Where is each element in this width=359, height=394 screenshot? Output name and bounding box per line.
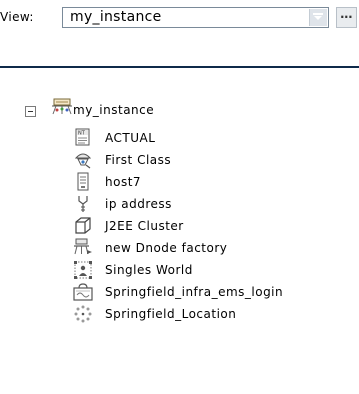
tree-item-label: new Dnode factory xyxy=(105,241,228,255)
tree-root-label: my_instance xyxy=(73,103,155,117)
divider xyxy=(0,66,359,68)
view-select-dropdown[interactable]: my_instance xyxy=(62,7,329,28)
ip-address-icon xyxy=(73,194,93,214)
tree-item-label: First Class xyxy=(105,153,172,167)
tree-item-label: host7 xyxy=(105,175,142,189)
ems-login-icon xyxy=(73,282,93,302)
collapse-toggle-icon[interactable] xyxy=(25,106,36,117)
instance-icon xyxy=(50,97,74,117)
view-label: View: xyxy=(0,10,34,24)
tree-item-label: ACTUAL xyxy=(105,131,156,145)
tree-item-label: ip address xyxy=(105,197,172,211)
class-hat-icon xyxy=(73,150,93,170)
cube-cluster-icon xyxy=(73,216,93,236)
view-explorer-panel: View: my_instance ... my_instance NT ACT… xyxy=(0,0,359,394)
host-server-icon xyxy=(73,172,93,192)
tree-item-label: J2EE Cluster xyxy=(105,219,184,233)
tree-item-label: Singles World xyxy=(105,263,193,277)
singles-world-icon xyxy=(73,260,93,280)
location-dots-icon xyxy=(73,304,93,324)
svg-text:NT: NT xyxy=(78,131,86,137)
view-browse-button[interactable]: ... xyxy=(336,7,357,28)
view-selector-row: View: my_instance ... xyxy=(0,6,359,30)
view-select-value: my_instance xyxy=(70,9,162,25)
chevron-down-icon[interactable] xyxy=(309,9,327,26)
tree-item-label: Springfield_Location xyxy=(105,307,237,321)
tree-item-label: Springfield_infra_ems_login xyxy=(105,285,284,299)
dnode-factory-icon xyxy=(73,238,93,258)
ellipsis-icon: ... xyxy=(340,7,353,21)
nt-document-icon: NT xyxy=(73,128,93,148)
